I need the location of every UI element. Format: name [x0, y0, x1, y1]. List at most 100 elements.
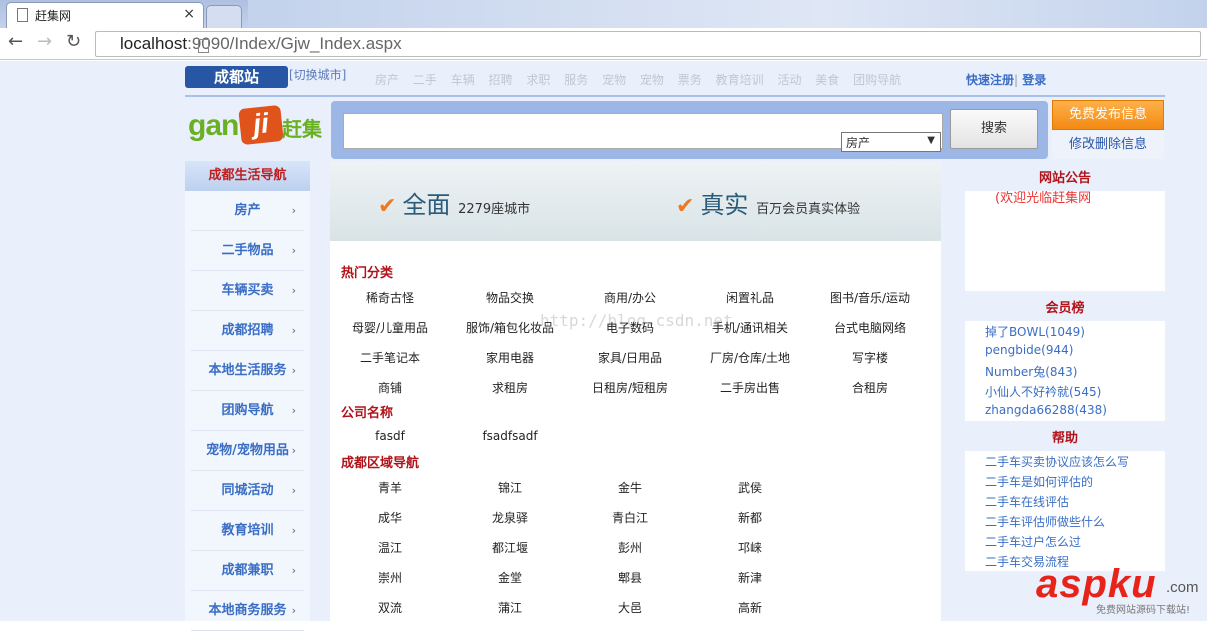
category-link[interactable]: 商铺 [330, 379, 450, 396]
category-link[interactable]: 稀奇古怪 [330, 289, 450, 306]
help-link[interactable]: 二手车买卖协议应该怎么写 [985, 453, 1129, 470]
close-icon[interactable]: × [183, 6, 195, 22]
member-link[interactable]: pengbide(944) [985, 343, 1073, 357]
category-link[interactable]: 商用/办公 [570, 289, 690, 306]
sidebar-item[interactable]: 本地生活服务 › [191, 351, 304, 391]
nav-link[interactable]: 招聘 [489, 73, 513, 87]
category-link[interactable]: 闲置礼品 [690, 289, 810, 306]
category-link[interactable]: 日租房/短租房 [570, 379, 690, 396]
member-link[interactable]: Number兔(843) [985, 363, 1077, 380]
nav-link[interactable]: 票务 [678, 73, 702, 87]
banner-small-text: 座城市 [491, 202, 531, 217]
region-link[interactable]: 彭州 [570, 539, 690, 556]
sidebar-item[interactable]: 宠物/宠物用品 › [191, 431, 304, 471]
region-link[interactable]: 双流 [330, 599, 450, 616]
category-link[interactable]: 图书/音乐/运动 [810, 289, 930, 306]
sidebar-item[interactable]: 团购导航 › [191, 391, 304, 431]
url-input[interactable]: localhost:9090/Index/Gjw_Index.aspx [95, 31, 1201, 57]
browser-tab[interactable]: 赶集网 × [6, 2, 204, 28]
sidebar-item[interactable]: 房产 › [191, 191, 304, 231]
category-link[interactable]: 家具/日用品 [570, 349, 690, 366]
category-link[interactable]: 求租房 [450, 379, 570, 396]
region-link[interactable]: 郫县 [570, 569, 690, 586]
nav-link[interactable]: 教育培训 [716, 73, 764, 87]
region-link[interactable]: 青羊 [330, 479, 450, 496]
nav-link[interactable]: 服务 [564, 73, 588, 87]
nav-link[interactable]: 二手 [413, 73, 437, 87]
nav-link[interactable]: 活动 [777, 73, 801, 87]
forward-arrow-icon[interactable]: → [37, 31, 52, 52]
region-link[interactable]: 锦江 [450, 479, 570, 496]
category-link[interactable]: 物品交换 [450, 289, 570, 306]
category-link[interactable]: 电子数码 [570, 319, 690, 336]
help-link[interactable]: 二手车过户怎么过 [985, 533, 1081, 550]
help-link[interactable]: 二手车在线评估 [985, 493, 1069, 510]
region-link[interactable]: 高新 [690, 599, 810, 616]
region-link[interactable]: 金牛 [570, 479, 690, 496]
category-link[interactable]: 二手房出售 [690, 379, 810, 396]
nav-link[interactable]: 宠物 [640, 73, 664, 87]
back-arrow-icon[interactable]: ← [8, 31, 23, 52]
category-link[interactable]: 二手笔记本 [330, 349, 450, 366]
chevron-right-icon: › [291, 324, 296, 337]
sidebar-item[interactable]: 车辆买卖 › [191, 271, 304, 311]
new-tab-button[interactable] [206, 5, 242, 28]
sidebar: 成都生活导航 房产 › 二手物品 › 车辆买卖 › 成都招聘 › 本地生活服务 › 团购导… [185, 161, 310, 631]
region-link[interactable]: 龙泉驿 [450, 509, 570, 526]
region-link[interactable]: 邛崃 [690, 539, 810, 556]
sidebar-item-label: 二手物品 [221, 243, 274, 258]
nav-link[interactable]: 车辆 [451, 73, 475, 87]
region-link[interactable]: 金堂 [450, 569, 570, 586]
category-link[interactable]: 手机/通讯相关 [690, 319, 810, 336]
nav-link[interactable]: 美食 [815, 73, 839, 87]
reload-icon[interactable]: ↻ [66, 31, 81, 52]
region-link[interactable]: 大邑 [570, 599, 690, 616]
region-link[interactable]: 都江堰 [450, 539, 570, 556]
member-link[interactable]: zhangda66288(438) [985, 403, 1107, 417]
login-link[interactable]: 登录 [1022, 73, 1046, 87]
edit-delete-button[interactable]: 修改删除信息 [1052, 131, 1164, 159]
region-link[interactable]: 蒲江 [450, 599, 570, 616]
company-link[interactable]: fasdf [330, 429, 450, 443]
search-button[interactable]: 搜索 [950, 109, 1038, 149]
company-link[interactable]: fsadfsadf [450, 429, 570, 443]
region-link[interactable]: 武侯 [690, 479, 810, 496]
switch-city-link[interactable]: [切换城市] [289, 66, 346, 83]
region-link[interactable]: 青白江 [570, 509, 690, 526]
sidebar-item[interactable]: 教育培训 › [191, 511, 304, 551]
sidebar-item[interactable]: 成都兼职 › [191, 551, 304, 591]
search-input[interactable]: 房产 ▼ [343, 113, 943, 152]
region-link[interactable]: 新都 [690, 509, 810, 526]
category-link[interactable]: 写字楼 [810, 349, 930, 366]
category-link[interactable]: 厂房/仓库/土地 [690, 349, 810, 366]
nav-link[interactable]: 宠物 [602, 73, 626, 87]
category-link[interactable]: 家用电器 [450, 349, 570, 366]
help-link[interactable]: 二手车评估师做些什么 [985, 513, 1105, 530]
region-link[interactable]: 新津 [690, 569, 810, 586]
nav-link[interactable]: 团购导航 [853, 73, 901, 87]
nav-link[interactable]: 求职 [526, 73, 550, 87]
city-button[interactable]: 成都站 [185, 66, 288, 88]
sidebar-item[interactable]: 同城活动 › [191, 471, 304, 511]
region-link[interactable]: 崇州 [330, 569, 450, 586]
category-link[interactable]: 母婴/儿童用品 [330, 319, 450, 336]
category-link[interactable]: 合租房 [810, 379, 930, 396]
banner-item-comprehensive: ✔ 全面 2279座城市 [378, 185, 530, 220]
member-link[interactable]: 掉了BOWL(1049) [985, 323, 1085, 340]
sidebar-item-label: 成都招聘 [221, 323, 274, 338]
register-link[interactable]: 快速注册 [966, 73, 1014, 87]
sidebar-item[interactable]: 二手物品 › [191, 231, 304, 271]
site-logo[interactable]: gan ji 赶集 [188, 104, 328, 146]
category-select[interactable]: 房产 ▼ [841, 132, 941, 152]
member-link[interactable]: 小仙人不好衿就(545) [985, 383, 1101, 400]
sidebar-item[interactable]: 本地商务服务 › [191, 591, 304, 631]
post-free-button[interactable]: 免费发布信息 [1052, 100, 1164, 130]
help-link[interactable]: 二手车是如何评估的 [985, 473, 1093, 490]
region-link[interactable]: 温江 [330, 539, 450, 556]
region-link[interactable]: 成华 [330, 509, 450, 526]
sidebar-item[interactable]: 成都招聘 › [191, 311, 304, 351]
aspku-slogan: 免费网站源码下载站! [1096, 605, 1191, 616]
nav-link[interactable]: 房产 [375, 73, 399, 87]
category-link[interactable]: 台式电脑网络 [810, 319, 930, 336]
category-link[interactable]: 服饰/箱包化妆品 [450, 319, 570, 336]
